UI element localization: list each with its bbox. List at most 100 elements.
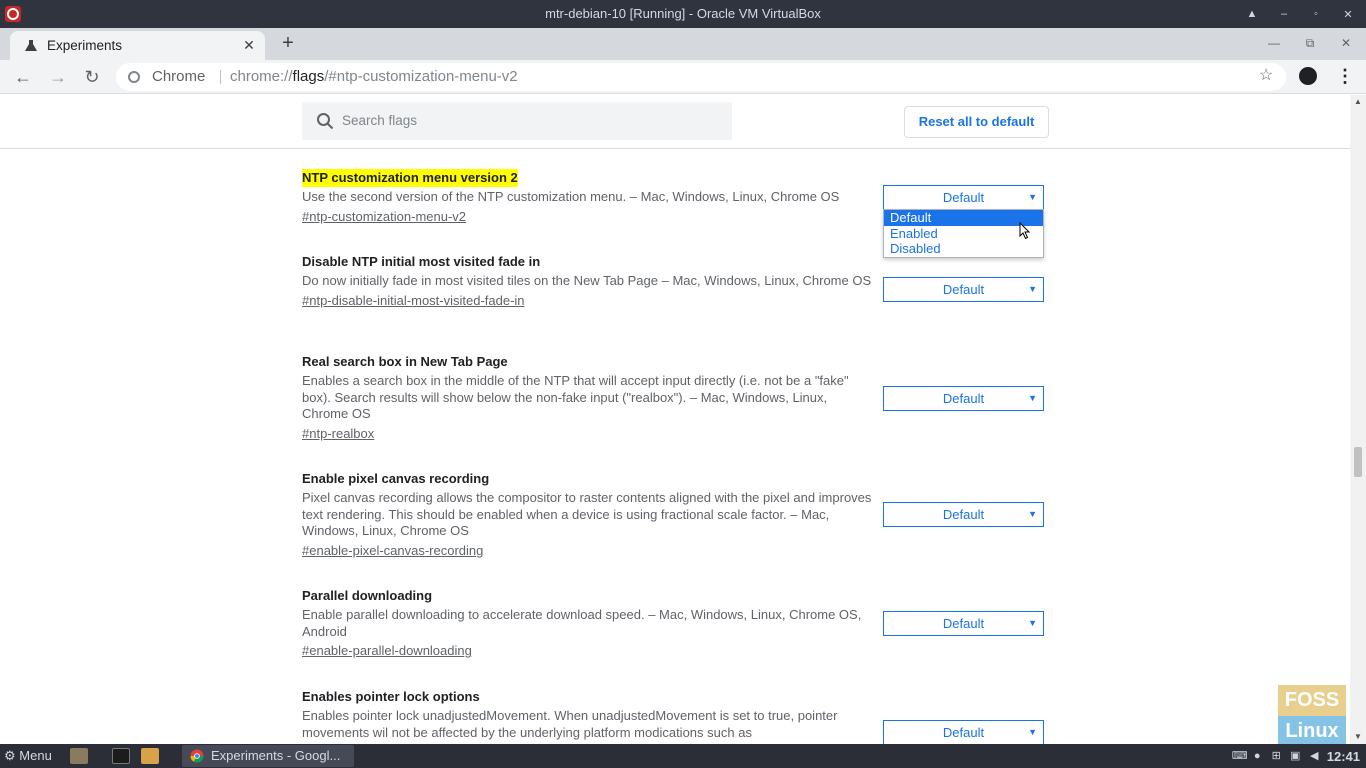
folder-launcher-icon[interactable]	[141, 748, 159, 764]
chrome-menu-icon[interactable]: ⋮	[1336, 64, 1354, 88]
search-flags-input[interactable]: Search flags	[302, 102, 732, 140]
browser-toolbar: ← → ↻ Chrome chrome://flags/#ntp-customi…	[0, 60, 1366, 94]
vm-window-titlebar: mtr-debian-10 [Running] - Oracle VM Virt…	[0, 0, 1366, 28]
chevron-down-icon: ▼	[1028, 509, 1037, 519]
tab-title: Experiments	[47, 38, 123, 53]
select-value: Default	[942, 616, 985, 631]
browser-close-button[interactable]: ✕	[1336, 32, 1356, 54]
mouse-cursor-icon	[1019, 222, 1031, 240]
dropdown-option-disabled[interactable]: Disabled	[884, 241, 1043, 257]
experiment-title: Parallel downloading	[302, 588, 433, 603]
clipboard-icon[interactable]: ▣	[1289, 750, 1302, 763]
vm-maximize-button[interactable]: ◦	[1306, 4, 1326, 24]
experiment-title: Enable pixel canvas recording	[302, 471, 490, 486]
profile-avatar-icon[interactable]	[1299, 67, 1317, 85]
chevron-down-icon: ▼	[1028, 192, 1037, 202]
select-value: Default	[942, 282, 985, 297]
experiment-link[interactable]: #enable-parallel-downloading	[302, 642, 872, 660]
experiment-title: Enables pointer lock options	[302, 689, 480, 704]
experiment-description: Do now initially fade in most visited ti…	[302, 273, 872, 288]
experiment-link[interactable]: #ntp-customization-menu-v2	[302, 208, 872, 226]
experiment-link[interactable]: #ntp-realbox	[302, 425, 872, 443]
chrome-icon	[190, 749, 204, 763]
experiment-link[interactable]: #ntp-disable-initial-most-visited-fade-i…	[302, 292, 872, 310]
bookmark-star-icon[interactable]: ☆	[1256, 64, 1276, 88]
vm-eject-icon[interactable]: ▲	[1242, 4, 1262, 24]
experiment-description: Pixel canvas recording allows the compos…	[302, 490, 872, 539]
experiment-title: Real search box in New Tab Page	[302, 354, 508, 369]
address-bar[interactable]: Chrome chrome://flags/#ntp-customization…	[116, 63, 1286, 91]
user-icon[interactable]: ●	[1251, 750, 1264, 763]
experiment-select[interactable]: Default ▼	[883, 277, 1044, 302]
experiment-description: Enables a search box in the middle of th…	[302, 373, 849, 422]
experiment-pointer-lock-options: Enables pointer lock options Enables poi…	[302, 688, 872, 741]
tab-experiments[interactable]: Experiments ✕	[10, 31, 265, 60]
experiment-ntp-disable-fade-in: Disable NTP initial most visited fade in…	[302, 253, 872, 310]
fosslinux-watermark-logo: FOSS Linux	[1278, 685, 1346, 747]
taskbar-window-label: Experiments - Googl...	[211, 748, 341, 763]
chevron-down-icon: ▼	[1028, 618, 1037, 628]
select-value: Default	[942, 507, 985, 522]
scroll-up-arrow-icon[interactable]: ▲	[1350, 95, 1366, 109]
experiment-select[interactable]: Default ▼	[883, 502, 1044, 527]
experiment-title: NTP customization menu version 2	[302, 169, 518, 187]
experiment-select[interactable]: Default ▼	[883, 386, 1044, 411]
tab-strip: Experiments ✕ + — ⧉ ✕	[0, 28, 1366, 60]
watermark-bottom: Linux	[1278, 716, 1346, 747]
select-value: Default	[942, 190, 985, 205]
experiment-pixel-canvas-recording: Enable pixel canvas recording Pixel canv…	[302, 470, 872, 560]
browser-minimize-button[interactable]: —	[1264, 32, 1284, 54]
experiment-select[interactable]: Default ▼	[883, 611, 1044, 636]
flask-icon	[25, 40, 37, 51]
back-button[interactable]: ←	[10, 64, 36, 90]
chrome-page-icon	[128, 71, 140, 83]
vm-window-title: mtr-debian-10 [Running] - Oracle VM Virt…	[545, 6, 821, 21]
browser-restore-button[interactable]: ⧉	[1300, 32, 1320, 54]
tab-close-icon[interactable]: ✕	[241, 37, 257, 53]
flags-page: Search flags Reset all to default NTP cu…	[0, 95, 1350, 744]
forward-button[interactable]: →	[45, 64, 71, 90]
experiment-title: Disable NTP initial most visited fade in	[302, 254, 541, 269]
url-host: flags	[292, 68, 325, 85]
experiment-ntp-customization-menu-v2: NTP customization menu version 2 Use the…	[302, 169, 872, 226]
chevron-down-icon: ▼	[1028, 727, 1037, 737]
file-manager-launcher-icon[interactable]	[70, 748, 88, 764]
clock[interactable]: 12:41	[1327, 749, 1360, 764]
scrollbar-thumb[interactable]	[1354, 447, 1362, 477]
gear-icon: ⚙	[4, 748, 16, 763]
experiment-link[interactable]: #enable-pixel-canvas-recording	[302, 542, 872, 560]
start-menu-label: Menu	[19, 748, 52, 763]
taskbar-window-chrome[interactable]: Experiments - Googl...	[182, 745, 354, 767]
watermark-top: FOSS	[1278, 685, 1346, 716]
omnibox-url[interactable]: chrome://flags/#ntp-customization-menu-v…	[230, 63, 518, 91]
select-value: Default	[942, 725, 985, 740]
desktop-taskbar: ⚙ Menu Experiments - Googl... ⌨ ● ⊞ ▣ ◀ …	[0, 744, 1366, 768]
vm-minimize-button[interactable]: –	[1274, 4, 1294, 24]
vm-close-button[interactable]: ✕	[1338, 4, 1358, 24]
search-icon	[317, 113, 334, 130]
terminal-launcher-icon[interactable]	[112, 748, 130, 764]
search-placeholder: Search flags	[342, 113, 418, 128]
experiment-select[interactable]: Default ▼	[883, 185, 1044, 210]
chevron-down-icon: ▼	[1028, 284, 1037, 294]
scroll-down-arrow-icon[interactable]: ▼	[1350, 730, 1366, 744]
system-tray: ⌨ ● ⊞ ▣ ◀ 12:41	[1232, 744, 1360, 768]
experiment-select[interactable]: Default ▼	[883, 720, 1044, 744]
volume-icon[interactable]: ◀	[1308, 750, 1321, 763]
chevron-down-icon: ▼	[1028, 393, 1037, 403]
experiment-description: Enables pointer lock unadjustedMovement.…	[302, 708, 838, 740]
omnibox-origin-label: Chrome	[152, 68, 206, 85]
url-path: /#ntp-customization-menu-v2	[324, 68, 518, 85]
page-scrollbar[interactable]: ▲ ▼	[1350, 95, 1366, 744]
select-value: Default	[942, 391, 985, 406]
keyboard-layout-icon[interactable]: ⌨	[1232, 750, 1248, 763]
start-menu-button[interactable]: ⚙ Menu	[4, 744, 52, 768]
experiment-parallel-downloading: Parallel downloading Enable parallel dow…	[302, 587, 872, 660]
experiment-description: Enable parallel downloading to accelerat…	[302, 607, 862, 639]
new-tab-button[interactable]: +	[278, 32, 298, 56]
network-icon[interactable]: ⊞	[1270, 750, 1283, 763]
reload-button[interactable]: ↻	[79, 64, 105, 90]
url-scheme: chrome://	[230, 68, 293, 85]
reset-all-button[interactable]: Reset all to default	[904, 106, 1049, 138]
experiment-ntp-realbox: Real search box in New Tab Page Enables …	[302, 353, 872, 443]
